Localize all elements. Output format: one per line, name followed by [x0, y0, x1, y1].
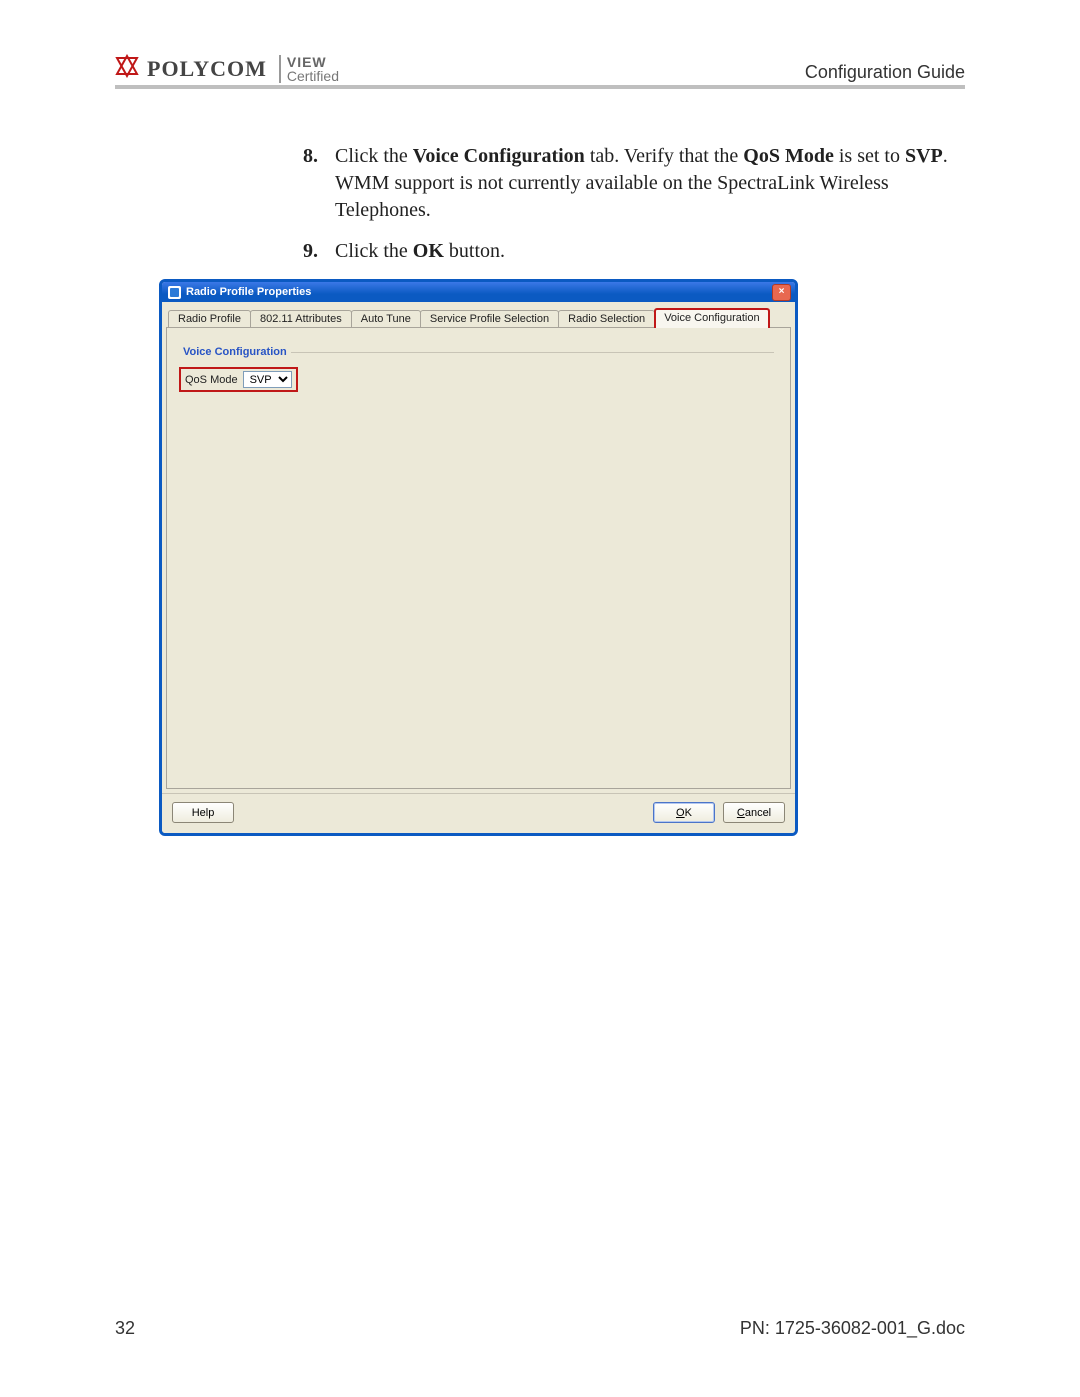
- tab-panel-voice-configuration: Voice Configuration QoS Mode SVP: [166, 327, 791, 789]
- dialog-footer: Help OK Cancel: [162, 793, 795, 833]
- instruction-list: 8. Click the Voice Configuration tab. Ve…: [115, 143, 965, 265]
- dialog-body: Radio Profile 802.11 Attributes Auto Tun…: [162, 302, 795, 793]
- step-number: 9.: [303, 238, 318, 265]
- tab-auto-tune[interactable]: Auto Tune: [351, 310, 421, 328]
- dialog-title: Radio Profile Properties: [186, 286, 311, 298]
- page-header: POLYCOM VIEW Certified Configuration Gui…: [115, 54, 965, 89]
- instruction-step: 8. Click the Voice Configuration tab. Ve…: [303, 143, 965, 224]
- polycom-logo-icon: [115, 54, 139, 83]
- instruction-step: 9. Click the OK button.: [303, 238, 965, 265]
- qos-mode-label: QoS Mode: [185, 374, 238, 386]
- certified-label: Certified: [287, 69, 339, 83]
- brand-block: POLYCOM VIEW Certified: [115, 54, 339, 83]
- document-page: POLYCOM VIEW Certified Configuration Gui…: [0, 0, 1080, 1397]
- view-label: VIEW: [287, 55, 339, 69]
- step-number: 8.: [303, 143, 318, 170]
- brand-name: POLYCOM: [147, 56, 267, 82]
- qos-mode-group: QoS Mode SVP: [179, 367, 298, 392]
- close-icon[interactable]: ×: [772, 284, 791, 301]
- qos-mode-select[interactable]: SVP: [243, 371, 292, 388]
- cancel-button[interactable]: Cancel: [723, 802, 785, 823]
- tab-service-profile-selection[interactable]: Service Profile Selection: [420, 310, 559, 328]
- tabstrip: Radio Profile 802.11 Attributes Auto Tun…: [166, 308, 791, 328]
- ok-button[interactable]: OK: [653, 802, 715, 823]
- tab-80211-attributes[interactable]: 802.11 Attributes: [250, 310, 352, 328]
- doc-title: Configuration Guide: [805, 62, 965, 83]
- help-button[interactable]: Help: [172, 802, 234, 823]
- tab-voice-configuration[interactable]: Voice Configuration: [654, 308, 769, 328]
- step-text: Click the Voice Configuration tab. Verif…: [335, 145, 948, 221]
- page-number: 32: [115, 1318, 135, 1339]
- dialog-app-icon: [168, 286, 181, 299]
- tab-radio-profile[interactable]: Radio Profile: [168, 310, 251, 328]
- dialog-titlebar[interactable]: Radio Profile Properties ×: [162, 282, 795, 302]
- view-certified-badge: VIEW Certified: [279, 55, 339, 83]
- fieldset-rule: [289, 352, 774, 353]
- radio-profile-dialog: Radio Profile Properties × Radio Profile…: [159, 279, 798, 836]
- page-footer: 32 PN: 1725-36082-001_G.doc: [115, 1318, 965, 1339]
- part-number: PN: 1725-36082-001_G.doc: [740, 1318, 965, 1339]
- step-text: Click the OK button.: [335, 240, 505, 262]
- fieldset-legend: Voice Configuration: [179, 346, 291, 358]
- tab-radio-selection[interactable]: Radio Selection: [558, 310, 655, 328]
